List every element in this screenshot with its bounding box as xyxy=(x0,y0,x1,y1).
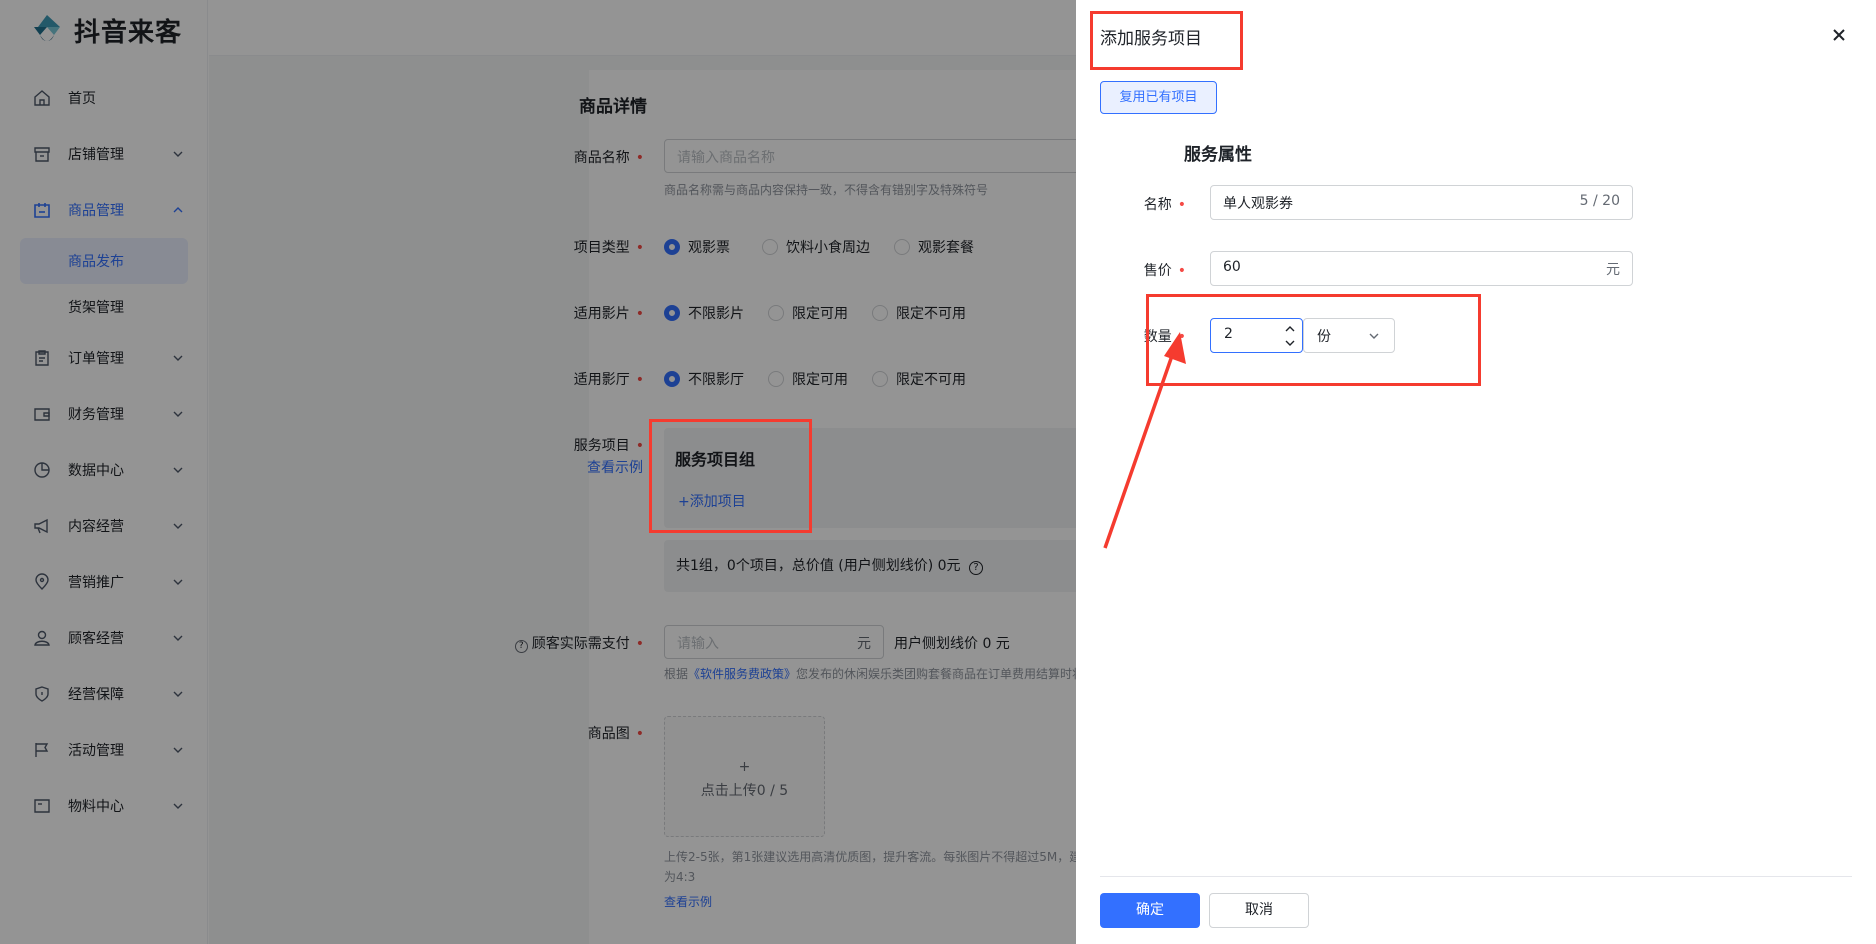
confirm-button[interactable]: 确定 xyxy=(1100,893,1200,928)
footer-divider xyxy=(1100,876,1852,877)
reuse-project-button[interactable]: 复用已有项目 xyxy=(1100,81,1217,114)
service-name-input[interactable]: 单人观影券 5 / 20 xyxy=(1210,185,1633,220)
drawer-section-title: 服务属性 xyxy=(1184,145,1252,165)
annotation-box-quantity xyxy=(1146,294,1481,386)
modal-mask[interactable] xyxy=(0,0,1076,944)
service-price-input[interactable]: 60 元 xyxy=(1210,251,1633,286)
drawer-name-label: 名称 • xyxy=(1143,197,1186,213)
cancel-button[interactable]: 取消 xyxy=(1209,893,1309,928)
annotation-box-service-group xyxy=(649,419,812,533)
drawer-price-label: 售价 • xyxy=(1143,263,1186,279)
add-service-drawer: 添加服务项目 复用已有项目 服务属性 名称 • 单人观影券 5 / 20 售价 • … xyxy=(1076,0,1876,944)
close-icon[interactable] xyxy=(1830,26,1848,44)
price-unit: 元 xyxy=(1606,262,1620,278)
annotation-box-title xyxy=(1090,11,1243,70)
char-count: 5 / 20 xyxy=(1579,193,1620,209)
